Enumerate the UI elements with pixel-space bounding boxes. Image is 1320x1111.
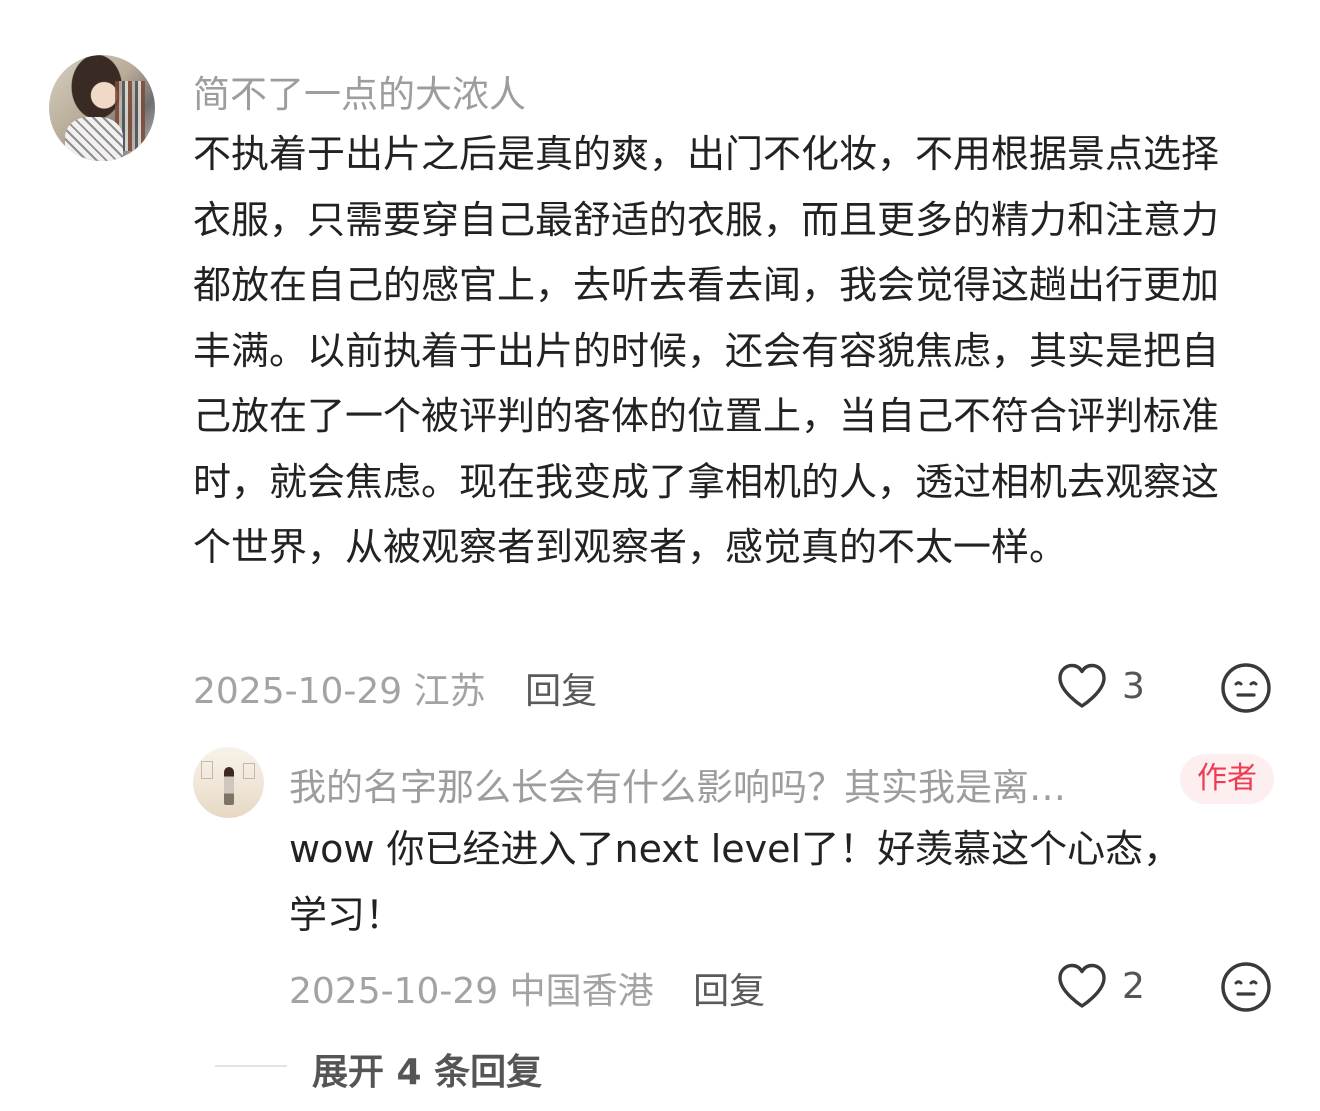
neutral-face-icon[interactable] <box>1220 662 1272 714</box>
avatar-photo-figure <box>65 117 123 161</box>
expand-replies-button[interactable]: 展开 4 条回复 <box>312 1043 542 1095</box>
comment-location: 江苏 <box>413 671 486 712</box>
reply-like-count: 2 <box>1122 965 1145 1007</box>
expand-divider <box>215 1065 287 1067</box>
comment-text: 不执着于出片之后是真的爽，出门不化妆，不用根据景点选择衣服，只需要穿自己最舒适的… <box>193 132 1220 569</box>
comment-like-count: 3 <box>1122 665 1145 707</box>
reply-text: wow 你已经进入了next level了！好羡慕这个心态， 学习！ <box>289 817 1249 948</box>
reply-text-line: 学习！ <box>289 892 404 937</box>
reply-meta: 2025-10-29 中国香港 回复 <box>289 962 765 1014</box>
heart-outline-icon <box>1058 963 1106 1008</box>
comment-reply-button[interactable]: 回复 <box>525 671 597 712</box>
reply-location: 中国香港 <box>509 971 654 1012</box>
reply-author-avatar[interactable] <box>193 747 264 818</box>
avatar-photo-frame <box>243 763 255 779</box>
commenter-username[interactable]: 简不了一点的大浓人 <box>193 64 526 118</box>
reply-like-button[interactable]: 2 <box>1056 962 1145 1010</box>
reply-username[interactable]: 我的名字那么长会有什么影响吗？其实我是离… <box>289 757 1169 811</box>
neutral-face-icon[interactable] <box>1220 961 1272 1013</box>
reply-text-line: wow 你已经进入了next level了！好羡慕这个心态， <box>289 827 1182 871</box>
author-badge: 作者 <box>1180 754 1274 804</box>
comment-date: 2025-10-29 <box>193 671 403 712</box>
comment-like-button[interactable]: 3 <box>1056 662 1145 710</box>
avatar-photo-figure <box>224 767 234 805</box>
comment-meta: 2025-10-29 江苏 回复 <box>193 662 597 714</box>
commenter-avatar[interactable] <box>49 55 155 161</box>
reply-date: 2025-10-29 <box>289 971 499 1012</box>
heart-outline-icon <box>1058 663 1106 708</box>
avatar-photo-frame <box>201 761 213 779</box>
reply-reply-button[interactable]: 回复 <box>693 971 765 1012</box>
